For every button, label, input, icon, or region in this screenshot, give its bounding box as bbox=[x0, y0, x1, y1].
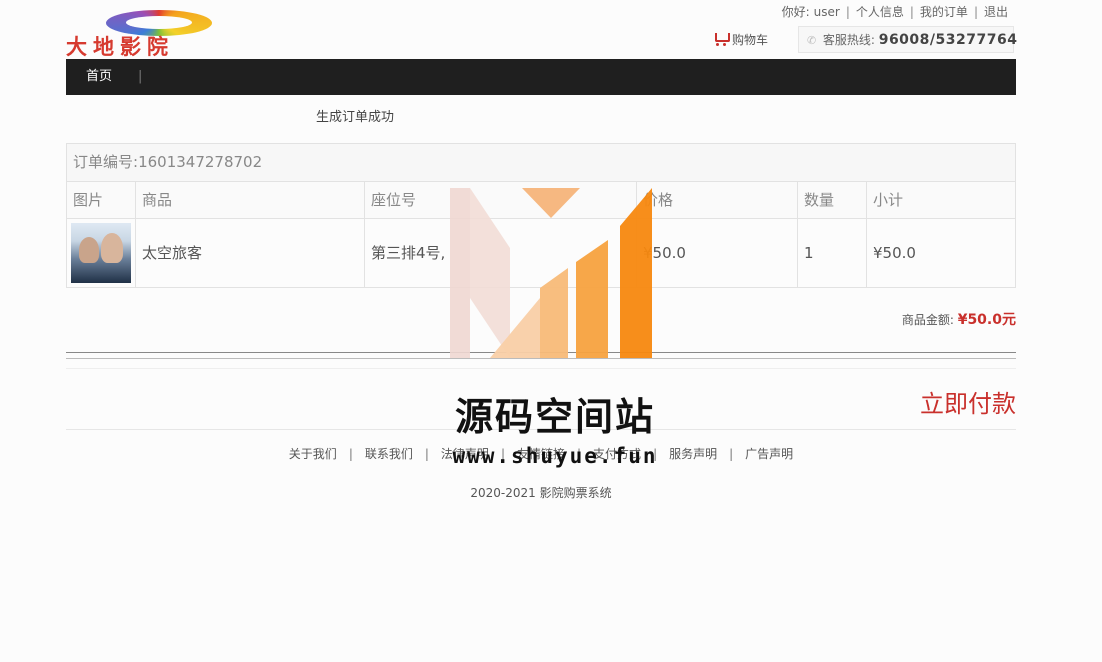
footer-link-about[interactable]: 关于我们 bbox=[289, 447, 337, 461]
column-header-subtotal: 小计 bbox=[867, 182, 1015, 218]
divider: | bbox=[348, 447, 353, 461]
column-header-image: 图片 bbox=[67, 182, 136, 218]
pay-now-button[interactable]: 立即付款 bbox=[920, 384, 1016, 419]
logo-text: 大地影院 bbox=[66, 34, 174, 59]
divider: | bbox=[424, 447, 429, 461]
copyright: 2020-2021 影院购票系统 bbox=[470, 486, 612, 500]
order-number-label: 订单编号: bbox=[73, 153, 139, 171]
profile-link[interactable]: 个人信息 bbox=[856, 5, 904, 19]
watermark-url: www.shuyue.fun bbox=[452, 444, 658, 468]
subtotal: ¥50.0 bbox=[873, 244, 916, 262]
footer-link-service[interactable]: 服务声明 bbox=[669, 447, 717, 461]
product-image-cell bbox=[67, 219, 136, 287]
divider: | bbox=[729, 447, 734, 461]
hotline-box: ✆ 客服热线: 96008/53277764 bbox=[798, 26, 1017, 53]
column-header-quantity: 数量 bbox=[798, 182, 867, 218]
greeting-label: 你好: bbox=[781, 5, 810, 19]
order-success-message: 生成订单成功 bbox=[316, 110, 395, 125]
total-label: 商品金额: bbox=[901, 313, 954, 327]
watermark: 源码空间站 www.shuyue.fun bbox=[444, 188, 666, 478]
footer-link-contact[interactable]: 联系我们 bbox=[365, 447, 413, 461]
cinema-logo[interactable]: 大地影院 bbox=[66, 8, 256, 58]
my-orders-link[interactable]: 我的订单 bbox=[920, 5, 968, 19]
nav-divider: | bbox=[138, 69, 143, 84]
hotline-number: 96008/53277764 bbox=[878, 32, 1018, 48]
user-links: 你好: user | 个人信息 | 我的订单 | 退出 bbox=[780, 3, 1010, 20]
order-total: 商品金额: ¥50.0元 bbox=[902, 309, 1016, 329]
divider: | bbox=[845, 5, 850, 19]
cart-label: 购物车 bbox=[732, 33, 769, 47]
watermark-logo-icon bbox=[450, 188, 652, 358]
divider: | bbox=[973, 5, 978, 19]
nav-home[interactable]: 首页 bbox=[86, 59, 112, 95]
footer-link-ads[interactable]: 广告声明 bbox=[745, 447, 793, 461]
shopping-cart-icon bbox=[712, 32, 730, 46]
logo-ring-icon bbox=[106, 10, 212, 36]
username: user bbox=[813, 5, 840, 19]
order-number: 订单编号:1601347278702 bbox=[67, 144, 1015, 182]
phone-icon: ✆ bbox=[807, 34, 817, 47]
total-value: ¥50.0元 bbox=[957, 312, 1016, 328]
movie-poster-image[interactable] bbox=[71, 223, 131, 283]
product-name[interactable]: 太空旅客 bbox=[136, 219, 365, 287]
logout-link[interactable]: 退出 bbox=[984, 5, 1008, 19]
order-number-value: 1601347278702 bbox=[138, 153, 263, 171]
hotline-label: 客服热线: bbox=[822, 33, 875, 47]
divider: | bbox=[909, 5, 914, 19]
watermark-title: 源码空间站 bbox=[454, 395, 655, 439]
column-header-product: 商品 bbox=[136, 182, 365, 218]
cart-link[interactable]: 购物车 bbox=[712, 31, 768, 48]
main-nav: 首页 | bbox=[66, 59, 1016, 95]
quantity: 1 bbox=[798, 219, 867, 287]
